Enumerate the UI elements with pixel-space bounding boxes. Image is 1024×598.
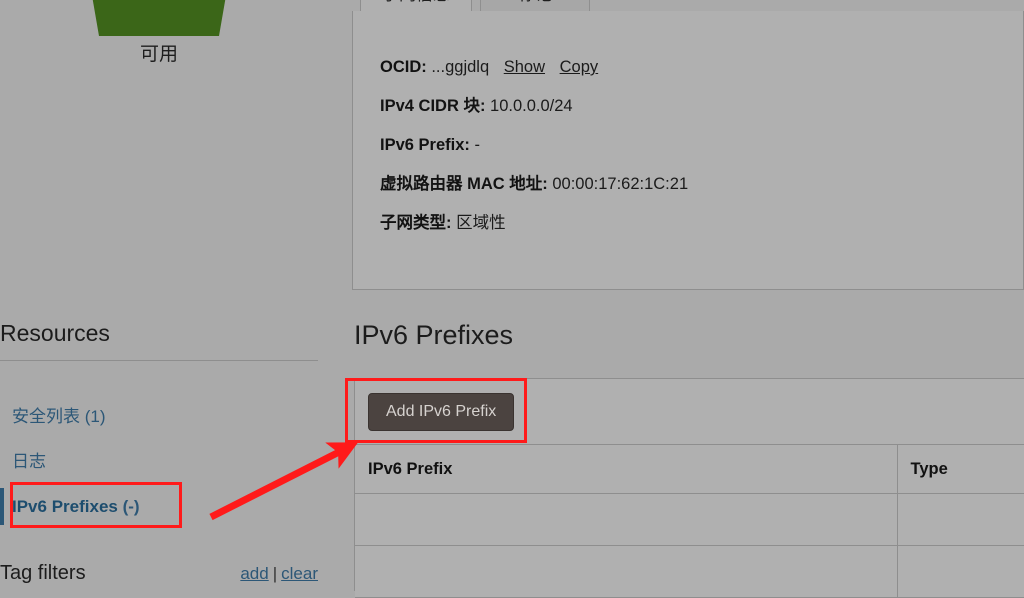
table-header-row: IPv6 Prefix Type [355,444,1024,494]
column-header-type[interactable]: Type [897,444,1024,494]
resources-heading: Resources [0,320,110,346]
sidebar-item-security-lists[interactable]: 安全列表 (1) [0,394,340,439]
table-row[interactable] [355,493,1024,546]
info-value-ipv4-cidr: 10.0.0.0/24 [490,97,573,115]
cell-type [897,545,1024,598]
sidebar-item-logs-label: 日志 [12,451,46,471]
ipv6-prefixes-panel: Add IPv6 Prefix IPv6 Prefix Type [354,378,1024,598]
main-content: 子网信息 标记 OCID: ...ggjdlq Show Copy IPv4 C… [352,0,1024,598]
tag-filters-heading: Tag filters [0,562,86,584]
subnet-status-label: 可用 [139,44,178,65]
selection-indicator-bar [0,488,4,525]
tag-filters-actions: add | clear [240,563,318,585]
subnet-info-card: OCID: ...ggjdlq Show Copy IPv4 CIDR 块: 1… [352,11,1024,290]
sidebar-item-ipv6-prefixes-label: IPv6 Prefixes (-) [12,496,140,516]
tag-filters-section: Tag filters add | clear [0,560,318,586]
info-value-ipv6-prefix: - [474,136,480,154]
sidebar-item-ipv6-prefixes[interactable]: IPv6 Prefixes (-) [0,484,340,529]
resources-section: Resources [0,318,318,361]
page-root: 可用 Resources 安全列表 (1) 日志 IPv6 Prefixes (… [0,0,1024,598]
info-row-subnet-type: 子网类型: 区域性 [380,213,1007,234]
info-value-subnet-type: 区域性 [456,214,506,232]
resource-nav-list: 安全列表 (1) 日志 IPv6 Prefixes (-) [0,394,340,529]
cell-ipv6-prefix [355,545,898,598]
table-body [355,493,1024,598]
tag-filter-add-link[interactable]: add [240,564,268,583]
left-sidebar: 可用 Resources 安全列表 (1) 日志 IPv6 Prefixes (… [0,0,340,591]
info-value-ocid: ...ggjdlq [431,58,490,76]
ocid-show-link[interactable]: Show [504,58,545,76]
tag-filter-clear-link[interactable]: clear [281,564,318,583]
info-row-ipv4-cidr: IPv4 CIDR 块: 10.0.0.0/24 [380,96,1007,117]
column-header-ipv6-prefix[interactable]: IPv6 Prefix [355,444,898,494]
info-label-ipv6-prefix: IPv6 Prefix: [380,136,470,154]
subnet-info-rows: OCID: ...ggjdlq Show Copy IPv4 CIDR 块: 1… [380,57,1007,252]
info-row-vrouter-mac: 虚拟路由器 MAC 地址: 00:00:17:62:1C:21 [380,174,1007,195]
sidebar-item-logs[interactable]: 日志 [0,439,340,484]
info-value-vrouter-mac: 00:00:17:62:1C:21 [552,175,689,193]
ipv6-prefixes-toolbar: Add IPv6 Prefix [355,379,1024,444]
info-label-subnet-type: 子网类型: [380,214,452,232]
ocid-copy-link[interactable]: Copy [560,58,599,76]
tag-filter-separator: | [272,564,278,583]
subnet-status-badge: 可用 [0,0,318,100]
table-row[interactable] [355,545,1024,598]
sidebar-item-security-lists-label: 安全列表 (1) [12,406,106,426]
table-header: IPv6 Prefix Type [355,444,1024,494]
add-ipv6-prefix-button[interactable]: Add IPv6 Prefix [368,393,515,431]
ipv6-prefixes-table: IPv6 Prefix Type [355,444,1024,598]
info-label-ipv4-cidr: IPv4 CIDR 块: [380,97,486,115]
cell-type [897,493,1024,546]
info-label-ocid: OCID: [380,58,427,76]
info-label-vrouter-mac: 虚拟路由器 MAC 地址: [380,175,548,193]
resources-divider [0,360,318,361]
info-row-ipv6-prefix: IPv6 Prefix: - [380,135,1007,156]
cell-ipv6-prefix [355,493,898,546]
info-row-ocid: OCID: ...ggjdlq Show Copy [380,57,1007,78]
page-title: IPv6 Prefixes [354,320,514,350]
